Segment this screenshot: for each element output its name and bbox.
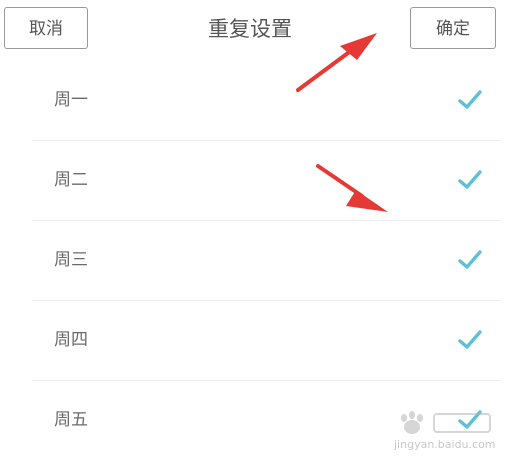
checkmark-icon — [458, 250, 482, 269]
list-item-label: 周四 — [54, 330, 88, 350]
checkmark-icon — [458, 330, 482, 349]
watermark: jingyan.baidu.com — [394, 410, 506, 456]
baidu-jingyan-logo-icon — [401, 411, 491, 434]
list-item-monday[interactable]: 周一 — [0, 60, 516, 140]
list-item-thursday[interactable]: 周四 — [0, 300, 516, 380]
list-item-label: 周三 — [54, 250, 88, 270]
checkmark-icon — [458, 170, 482, 189]
list-item-label: 周一 — [54, 90, 88, 110]
list-item-label: 周五 — [54, 410, 88, 430]
watermark-url: jingyan.baidu.com — [394, 438, 496, 451]
list-item-wednesday[interactable]: 周三 — [0, 220, 516, 300]
repeat-settings-screen: 取消 重复设置 确定 周一 周二 周三 周四 周五 jingyan.baidu.… — [0, 0, 516, 462]
header-bar: 取消 重复设置 确定 — [0, 0, 516, 60]
confirm-button[interactable]: 确定 — [410, 7, 496, 49]
checkmark-icon — [458, 90, 482, 109]
list-item-tuesday[interactable]: 周二 — [0, 140, 516, 220]
cancel-button[interactable]: 取消 — [4, 7, 88, 49]
page-title: 重复设置 — [208, 17, 292, 41]
list-item-label: 周二 — [54, 170, 88, 190]
